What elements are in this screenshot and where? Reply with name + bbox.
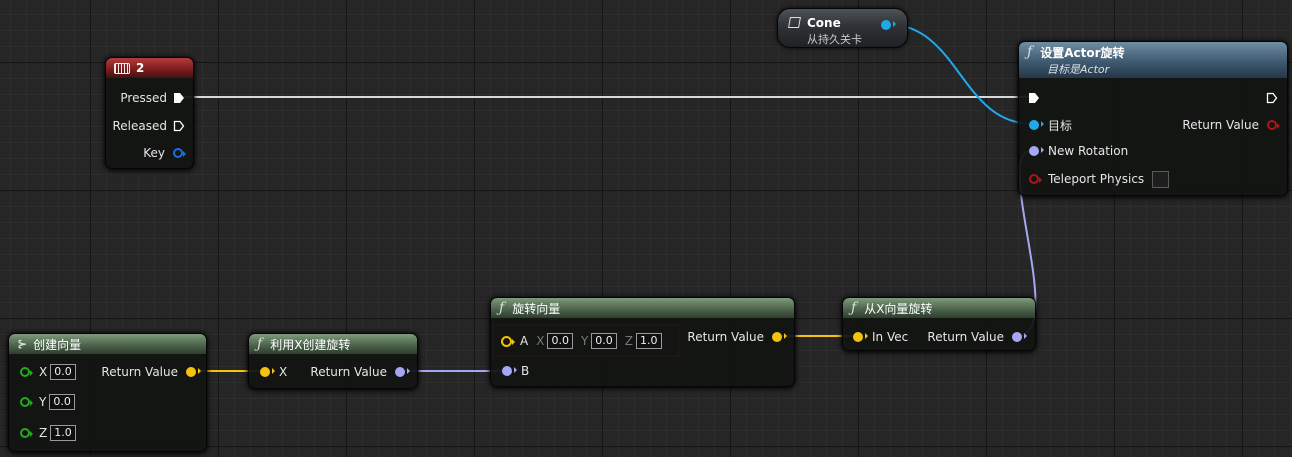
make-vector-title: 创建向量 <box>33 337 82 352</box>
function-icon: ƒ <box>851 300 857 316</box>
x-label: X <box>39 365 48 379</box>
z-value-field[interactable]: 1.0 <box>50 425 76 441</box>
rotation-from-x-vector-node[interactable]: ƒ 从X向量旋转 In Vec Return Value <box>842 297 1036 351</box>
rotation-from-x-return-label: Return Value <box>927 330 1004 344</box>
set-actor-rotation-node[interactable]: ƒ 设置Actor旋转 目标是Actor 目标 Return Value New… <box>1018 41 1288 196</box>
key-event-header[interactable]: 2 <box>106 58 193 78</box>
pressed-exec-pin[interactable] <box>173 92 185 104</box>
z-float-pin[interactable] <box>20 428 33 438</box>
exec-in-pin[interactable] <box>1028 92 1040 104</box>
b-rotator-pin[interactable] <box>502 366 517 376</box>
teleport-physics-pin[interactable] <box>1029 174 1042 184</box>
make-rot-from-x-title: 利用X创建旋转 <box>270 337 351 352</box>
a-label: A <box>520 334 529 348</box>
y-float-pin[interactable] <box>20 397 33 407</box>
pressed-label: Pressed <box>120 91 167 105</box>
make-vector-header[interactable]: ⊱ 创建向量 <box>9 334 206 354</box>
y-value-field[interactable]: 0.0 <box>49 394 75 410</box>
cone-subtitle: 从持久关卡 <box>807 33 862 46</box>
return-value-bool-pin[interactable] <box>1267 120 1280 130</box>
key-event-node[interactable]: 2 Pressed Released Key <box>105 57 194 169</box>
key-struct-pin[interactable] <box>173 148 186 158</box>
rotation-from-x-return-pin[interactable] <box>1012 332 1027 342</box>
z-label: Z <box>39 426 48 440</box>
make-vector-return-pin[interactable] <box>186 367 201 377</box>
new-rotation-label: New Rotation <box>1048 144 1129 158</box>
make-vector-return-label: Return Value <box>101 365 178 379</box>
rotation-from-x-vector-header[interactable]: ƒ 从X向量旋转 <box>843 298 1035 318</box>
make-rot-x-pin[interactable] <box>260 367 275 377</box>
set-actor-rotation-header[interactable]: ƒ 设置Actor旋转 目标是Actor <box>1019 42 1287 78</box>
make-struct-icon: ⊱ <box>17 337 28 351</box>
rotate-vector-title: 旋转向量 <box>512 301 561 316</box>
a-vector-pin[interactable] <box>501 335 515 347</box>
rotate-vector-header[interactable]: ƒ 旋转向量 <box>491 298 794 318</box>
target-label: 目标 <box>1048 118 1073 133</box>
set-actor-rotation-title: 设置Actor旋转 <box>1040 45 1125 60</box>
key-label: Key <box>143 146 165 160</box>
a-y-value-field[interactable]: 0.0 <box>591 333 617 349</box>
cone-output-pin[interactable] <box>881 20 896 30</box>
y-label: Y <box>39 395 47 409</box>
b-label: B <box>521 364 530 378</box>
set-actor-rotation-subtitle: 目标是Actor <box>1047 62 1110 76</box>
cone-title: Cone <box>807 16 841 30</box>
keyboard-icon <box>114 62 130 74</box>
return-value-label: Return Value <box>1182 118 1259 132</box>
released-exec-pin[interactable] <box>173 120 185 132</box>
rotation-from-x-vector-title: 从X向量旋转 <box>864 301 933 316</box>
make-rot-x-label: X <box>279 365 288 379</box>
rotate-vector-node[interactable]: ƒ 旋转向量 A X 0.0 Y 0.0 Z 1.0 Return Value … <box>490 297 795 387</box>
cube-icon <box>788 17 801 28</box>
rotate-vector-return-label: Return Value <box>687 330 764 344</box>
make-rot-return-pin[interactable] <box>395 367 410 377</box>
function-icon: ƒ <box>499 300 505 316</box>
key-event-title: 2 <box>136 61 145 75</box>
a-x-axis-label: X <box>536 334 545 348</box>
make-vector-node[interactable]: ⊱ 创建向量 X 0.0 Return Value Y 0.0 Z 1.0 <box>8 333 207 452</box>
released-label: Released <box>112 119 167 133</box>
exec-out-pin[interactable] <box>1266 92 1278 104</box>
new-rotation-pin[interactable] <box>1029 146 1044 156</box>
make-rot-from-x-header[interactable]: ƒ 利用X创建旋转 <box>249 334 417 354</box>
object-wire[interactable] <box>885 23 1034 125</box>
a-z-axis-label: Z <box>624 334 634 348</box>
in-vec-label: In Vec <box>872 330 909 344</box>
teleport-physics-label: Teleport Physics <box>1048 172 1145 186</box>
make-rot-return-label: Return Value <box>310 365 387 379</box>
target-pin[interactable] <box>1029 120 1044 130</box>
rotate-vector-return-pin[interactable] <box>772 332 787 342</box>
make-rot-from-x-node[interactable]: ƒ 利用X创建旋转 X Return Value <box>248 333 418 389</box>
a-y-axis-label: Y <box>580 334 589 348</box>
x-float-pin[interactable] <box>20 367 33 377</box>
function-icon: ƒ <box>1027 44 1033 60</box>
teleport-physics-checkbox[interactable] <box>1152 170 1170 188</box>
x-value-field[interactable]: 0.0 <box>50 364 76 380</box>
cone-reference-node[interactable]: Cone 从持久关卡 <box>777 8 908 48</box>
a-x-value-field[interactable]: 0.0 <box>547 333 573 349</box>
in-vec-pin[interactable] <box>853 332 868 342</box>
function-icon: ƒ <box>257 336 263 352</box>
a-z-value-field[interactable]: 1.0 <box>636 333 662 349</box>
